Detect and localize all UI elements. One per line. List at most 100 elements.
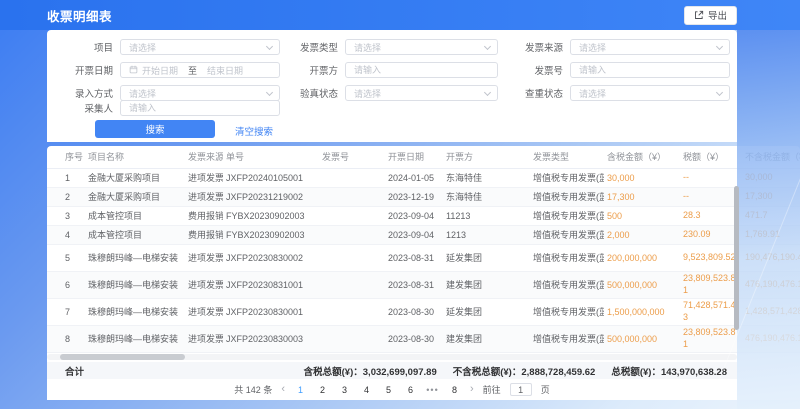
page-number[interactable]: 4: [360, 385, 373, 395]
table-cell: 珠穆朗玛峰—电梯安装: [85, 271, 185, 298]
project-select[interactable]: 请选择: [120, 39, 280, 55]
page-number[interactable]: 6: [404, 385, 417, 395]
issuer-input[interactable]: [345, 62, 498, 78]
table-header-row: 序号项目名称发票来源单号发票号开票日期开票方发票类型含税金额（¥）税额（¥）不含…: [47, 146, 800, 168]
invoice-source-label: 发票来源: [493, 40, 563, 54]
table-row[interactable]: 6珠穆朗玛峰—电梯安装进项发票JXFP202308310012023-08-31…: [47, 271, 800, 298]
invoice-table-card: 序号项目名称发票来源单号发票号开票日期开票方发票类型含税金额（¥）税额（¥）不含…: [47, 146, 800, 400]
invoice-table: 序号项目名称发票来源单号发票号开票日期开票方发票类型含税金额（¥）税额（¥）不含…: [47, 146, 800, 353]
table-row[interactable]: 3成本管控项目费用报销FYBX202309020032023-09-041121…: [47, 206, 800, 225]
column-header: 开票日期: [385, 146, 443, 168]
table-cell: 30,000: [604, 168, 680, 187]
table-cell: 增值税专用发票(蓝): [530, 244, 604, 271]
table-cell: 延发集团: [443, 244, 530, 271]
table-cell: JXFP20240105001: [223, 168, 319, 187]
entry-method-label: 录入方式: [47, 86, 113, 100]
horizontal-scrollbar[interactable]: [47, 354, 737, 360]
table-cell: 珠穆朗玛峰—电梯安装: [85, 298, 185, 325]
table-cell: [319, 168, 385, 187]
page-ellipsis[interactable]: •••: [426, 385, 439, 395]
table-cell: 7: [47, 298, 85, 325]
summary-label: 合计: [65, 364, 84, 378]
vertical-scrollbar[interactable]: [734, 186, 739, 330]
entry-method-select[interactable]: 请选择: [120, 85, 280, 101]
dup-status-select[interactable]: 请选择: [570, 85, 730, 101]
horizontal-scrollbar-thumb[interactable]: [60, 354, 185, 360]
table-cell: JXFP20230831001: [223, 271, 319, 298]
verify-status-select[interactable]: 请选择: [345, 85, 498, 101]
table-cell: 2023-08-30: [385, 298, 443, 325]
table-row[interactable]: 5珠穆朗玛峰—电梯安装进项发票JXFP202308300022023-08-31…: [47, 244, 800, 271]
invoice-no-input[interactable]: [570, 62, 730, 78]
summary-tax-inclusive: 含税总额(¥)：3,032,699,097.89: [304, 364, 437, 378]
invoice-no-label: 发票号: [493, 63, 563, 77]
table-cell: JXFP20230830002: [223, 244, 319, 271]
date-start[interactable]: 开始日期: [142, 64, 178, 77]
issuer-label: 开票方: [268, 63, 338, 77]
table-cell: 延发集团: [443, 298, 530, 325]
table-cell: 9,523,809.52: [680, 244, 742, 271]
table-cell: 珠穆朗玛峰—电梯安装: [85, 325, 185, 352]
page-number[interactable]: 3: [338, 385, 351, 395]
table-cell: 进项发票: [185, 187, 223, 206]
table-cell: 2,000: [604, 225, 680, 244]
table-cell: 增值税专用发票(蓝): [530, 206, 604, 225]
table-cell: 增值税专用发票(蓝): [530, 225, 604, 244]
table-cell: [319, 206, 385, 225]
table-cell: 1: [47, 168, 85, 187]
table-cell: 23,809,523.81: [680, 271, 742, 298]
table-cell: --: [680, 168, 742, 187]
invoice-date-range[interactable]: 开始日期 至 结束日期: [120, 62, 280, 78]
table-body: 1金融大厦采购项目进项发票JXFP202401050012024-01-05东海…: [47, 168, 800, 352]
project-label: 项目: [47, 40, 113, 54]
goto-page-input[interactable]: [510, 383, 532, 396]
table-row[interactable]: 1金融大厦采购项目进项发票JXFP202401050012024-01-05东海…: [47, 168, 800, 187]
export-icon: [694, 10, 704, 20]
table-cell: 17,300: [604, 187, 680, 206]
table-cell: [319, 271, 385, 298]
table-row[interactable]: 2金融大厦采购项目进项发票JXFP202312190022023-12-19东海…: [47, 187, 800, 206]
page-number[interactable]: 2: [316, 385, 329, 395]
table-cell: 2023-09-04: [385, 206, 443, 225]
summary-row: 合计 含税总额(¥)：3,032,699,097.89 不含税总额(¥)：2,8…: [47, 362, 737, 379]
collector-input[interactable]: [120, 100, 280, 116]
column-header: 含税金额（¥）: [604, 146, 680, 168]
invoice-type-select[interactable]: 请选择: [345, 39, 498, 55]
table-cell: 进项发票: [185, 325, 223, 352]
table-row[interactable]: 4成本管控项目费用报销FYBX202309020032023-09-041213…: [47, 225, 800, 244]
table-cell: 金融大厦采购项目: [85, 168, 185, 187]
column-header: 单号: [223, 146, 319, 168]
page-number[interactable]: 8: [448, 385, 461, 395]
table-cell: 进项发票: [185, 168, 223, 187]
right-edge-overlay: [737, 30, 800, 409]
page-number[interactable]: 5: [382, 385, 395, 395]
table-cell: 东海特佳: [443, 168, 530, 187]
table-cell: JXFP20230830001: [223, 298, 319, 325]
invoice-source-select[interactable]: 请选择: [570, 39, 730, 55]
calendar-icon: [129, 65, 138, 76]
chevron-down-icon: [484, 43, 491, 50]
table-cell: 珠穆朗玛峰—电梯安装: [85, 244, 185, 271]
search-button[interactable]: 搜索: [95, 120, 215, 138]
table-cell: JXFP20231219002: [223, 187, 319, 206]
column-header: 发票号: [319, 146, 385, 168]
pagination: 共 142 条 ‹ 123456•••8 › 前往 页: [47, 379, 737, 400]
prev-page-button[interactable]: ‹: [281, 384, 285, 395]
date-separator: 至: [188, 64, 197, 77]
table-cell: 费用报销: [185, 206, 223, 225]
invoice-date-label: 开票日期: [47, 63, 113, 77]
table-row[interactable]: 8珠穆朗玛峰—电梯安装进项发票JXFP202308300032023-08-30…: [47, 325, 800, 352]
total-count: 共 142 条: [234, 383, 272, 396]
table-row[interactable]: 7珠穆朗玛峰—电梯安装进项发票JXFP20230830001 2023-08-30…: [47, 298, 800, 325]
page-number[interactable]: 1: [294, 385, 307, 395]
table-cell: 2023-08-31: [385, 271, 443, 298]
chevron-down-icon: [716, 43, 723, 50]
clear-search-link[interactable]: 清空搜索: [235, 124, 273, 138]
chevron-down-icon: [716, 89, 723, 96]
export-button[interactable]: 导出: [684, 6, 737, 25]
table-cell: FYBX20230902003: [223, 225, 319, 244]
table-cell: 进项发票: [185, 298, 223, 325]
next-page-button[interactable]: ›: [470, 384, 474, 395]
date-end[interactable]: 结束日期: [207, 64, 243, 77]
table-cell: 进项发票: [185, 244, 223, 271]
